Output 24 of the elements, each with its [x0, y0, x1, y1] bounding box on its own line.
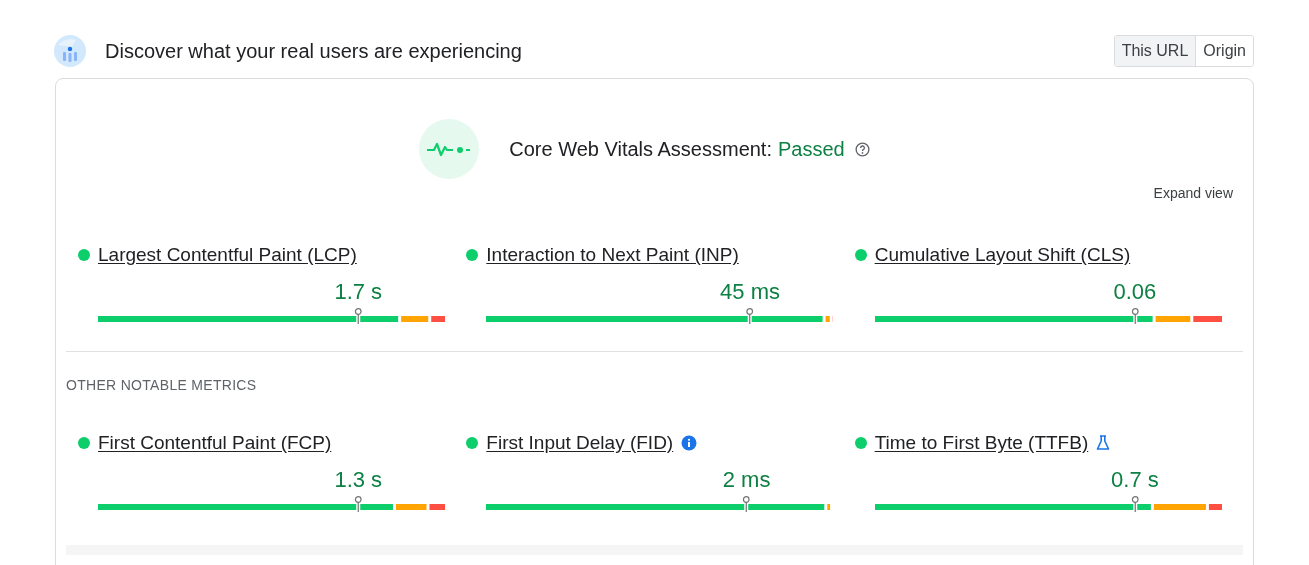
- metric-link[interactable]: Time to First Byte (TTFB): [874, 428, 1089, 458]
- metric-value: 0.06: [1113, 278, 1157, 306]
- info-icon[interactable]: [681, 435, 698, 451]
- flask-icon: [1096, 435, 1111, 451]
- help-icon[interactable]: [854, 141, 870, 157]
- metric-link[interactable]: Interaction to Next Paint (INP): [486, 240, 739, 270]
- metric-link[interactable]: Cumulative Layout Shift (CLS): [874, 240, 1131, 270]
- chart-icon: [54, 35, 86, 67]
- metric-link[interactable]: Largest Contentful Paint (LCP): [98, 240, 357, 270]
- metric-value: 2 ms: [722, 466, 771, 494]
- metric-value: 1.3 s: [334, 466, 383, 494]
- assessment-text: Core Web Vitals Assessment:: [509, 137, 772, 162]
- metric-value: 0.7 s: [1111, 466, 1159, 494]
- metric-link[interactable]: First Contentful Paint (FCP): [98, 428, 332, 458]
- expand-view-link[interactable]: Expand view: [1153, 183, 1233, 204]
- metric-value: 1.7 s: [334, 278, 383, 306]
- assessment-result: Passed: [778, 137, 845, 162]
- section-heading: OTHER NOTABLE METRICS: [66, 377, 257, 393]
- pulse-icon: [419, 119, 480, 179]
- section-title: Discover what your real users are experiencing: [105, 39, 522, 64]
- scope-toggle-button[interactable]: This URL: [1114, 36, 1196, 66]
- metric-value: 45 ms: [720, 278, 780, 306]
- metric-link[interactable]: First Input Delay (FID): [486, 428, 674, 458]
- scope-toggle-button[interactable]: Origin: [1195, 36, 1253, 66]
